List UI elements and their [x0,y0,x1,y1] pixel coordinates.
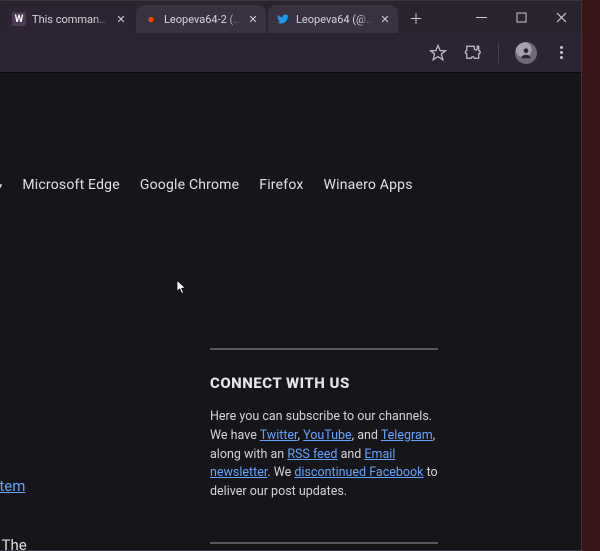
para-text: , and [352,428,381,443]
article-subhead: issues and optimize system [0,476,200,495]
tab-title: Leopeva64-2 (u/Leope [164,13,242,26]
minimize-button[interactable] [461,1,501,33]
site-nav: ws 10 ▾ Microsoft Edge Google Chrome Fir… [0,177,581,193]
para-text: . We [267,465,294,480]
kebab-menu-icon[interactable] [551,43,571,63]
tab-title: Leopeva64 (@Leopeva [296,13,374,26]
favicon-reddit: ● [144,12,158,26]
bookmark-star-icon[interactable] [428,43,448,63]
close-icon[interactable]: ✕ [114,12,128,26]
subhead-link[interactable]: issues and optimize system [0,477,25,495]
sidebar: CONNECT WITH US Here you can subscribe t… [210,348,510,550]
favicon-twitter [276,12,290,26]
new-tab-button[interactable]: ＋ [404,7,428,31]
twitter-link[interactable]: Twitter [260,428,298,443]
tab-0[interactable]: W This command bypass ✕ [4,5,134,33]
section-divider [210,542,438,544]
nav-firefox[interactable]: Firefox [259,177,303,193]
telegram-link[interactable]: Telegram [381,428,433,443]
window-controls [461,1,581,33]
nav-winaero-apps[interactable]: Winaero Apps [324,177,413,193]
close-button[interactable] [541,1,581,33]
tabstrip: W This command bypass ✕ ● Leopeva64-2 (u… [4,1,428,33]
connect-paragraph: Here you can subscribe to our channels. … [210,408,446,502]
close-icon[interactable]: ✕ [246,12,260,26]
para-text: and [337,447,364,462]
favicon-winaero: W [12,12,26,26]
browser-window: W This command bypass ✕ ● Leopeva64-2 (u… [0,0,582,551]
facebook-discontinued-link[interactable]: discontinued Facebook [294,465,423,480]
tab-1[interactable]: ● Leopeva64-2 (u/Leope ✕ [136,5,266,33]
rss-link[interactable]: RSS feed [287,447,337,462]
section-divider [210,348,438,350]
toolbar-separator [498,43,499,63]
nav-windows10[interactable]: ws 10 ▾ [0,177,2,193]
chevron-down-icon: ▾ [0,182,2,192]
main-article: ndows 11 I/CPU) issues and optimize syst… [0,353,200,550]
nav-google-chrome[interactable]: Google Chrome [140,177,239,193]
extensions-icon[interactable] [462,43,482,63]
browser-toolbar [0,33,581,73]
profile-avatar[interactable] [515,42,537,64]
article-body: hardware requirements. The es a TPM in y… [0,535,180,550]
nav-microsoft-edge[interactable]: Microsoft Edge [22,177,120,193]
youtube-link[interactable]: YouTube [303,428,352,443]
mouse-cursor-icon [176,280,186,294]
tab-2[interactable]: Leopeva64 (@Leopeva ✕ [268,5,398,33]
body-text: hardware requirements. The [0,536,27,550]
titlebar: W This command bypass ✕ ● Leopeva64-2 (u… [0,1,581,33]
connect-heading: CONNECT WITH US [210,374,510,392]
article-title: ndows 11 I/CPU) [0,353,200,424]
page-content: ws 10 ▾ Microsoft Edge Google Chrome Fir… [0,73,581,550]
tab-title: This command bypass [32,13,110,26]
maximize-button[interactable] [501,1,541,33]
close-icon[interactable]: ✕ [378,12,392,26]
